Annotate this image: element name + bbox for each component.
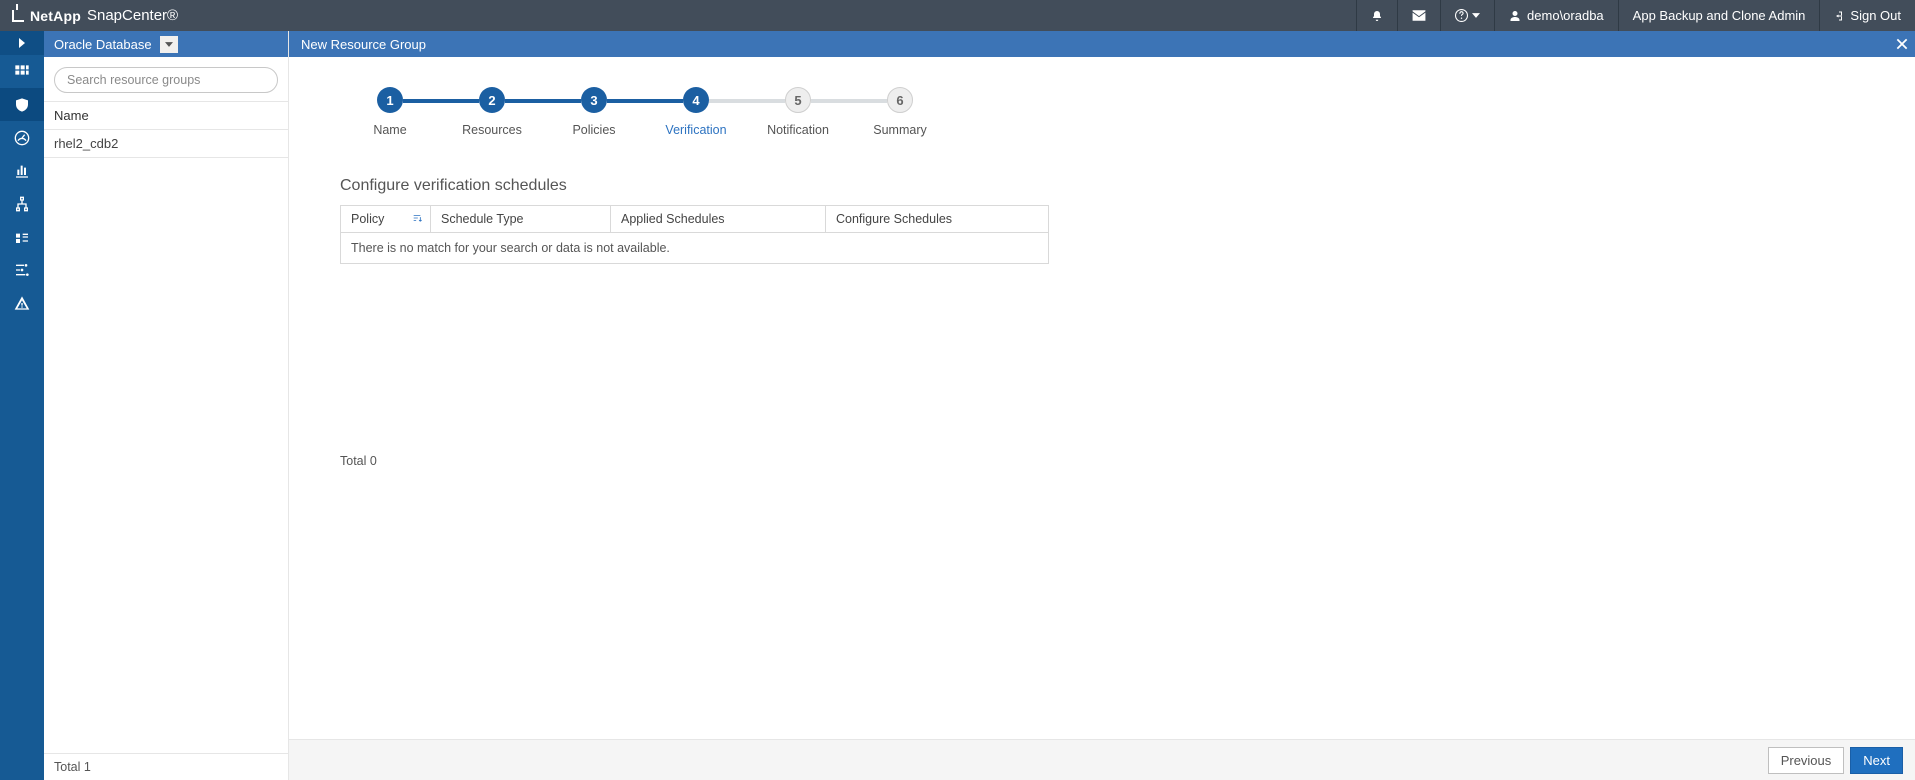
chevron-down-icon [1472,13,1480,18]
resource-type-selector: Oracle Database [44,31,288,57]
resource-list-panel: Oracle Database Name rhel2_cdb2 Total 1 [44,31,289,780]
sign-out-text: Sign Out [1850,8,1901,23]
nav-item-monitor[interactable] [0,121,44,154]
list-body: rhel2_cdb2 [44,130,288,753]
previous-button[interactable]: Previous [1768,747,1845,774]
wizard-title: New Resource Group [301,37,426,52]
nav-item-reports[interactable] [0,154,44,187]
grid-icon [14,64,30,80]
col-applied-schedules[interactable]: Applied Schedules [611,206,826,233]
empty-message: There is no match for your search or dat… [341,233,1049,264]
wizard-stepper: 1 Name 2 Resources 3 Policies 4 Verifica… [339,87,1865,137]
bell-icon [1371,10,1383,22]
table-total: Total 0 [340,454,1049,468]
step-summary[interactable]: 6 Summary [849,87,951,137]
section-title: Configure verification schedules [340,177,1049,195]
col-configure-schedules[interactable]: Configure Schedules [826,206,1049,233]
brand: NetApp SnapCenter® [0,0,190,31]
verification-section: Configure verification schedules Policy … [339,177,1049,468]
netapp-logo-icon [12,10,24,22]
nav-item-dashboard[interactable] [0,55,44,88]
hierarchy-icon [14,196,30,212]
help-button[interactable] [1440,0,1494,31]
step-resources[interactable]: 2 Resources [441,87,543,137]
role-label[interactable]: App Backup and Clone Admin [1618,0,1820,31]
nav-item-settings[interactable] [0,253,44,286]
user-name: demo\oradba [1527,8,1604,23]
schedules-table: Policy Schedule Type Applied Schedules C… [340,205,1049,264]
wizard-header: New Resource Group [289,31,1915,57]
nav-item-alerts[interactable] [0,286,44,319]
step-policies[interactable]: 3 Policies [543,87,645,137]
user-icon [1509,10,1521,22]
col-schedule-type[interactable]: Schedule Type [431,206,611,233]
topbar: NetApp SnapCenter® demo\oradba App Backu… [0,0,1915,31]
step-notification[interactable]: 5 Notification [747,87,849,137]
step-name[interactable]: 1 Name [339,87,441,137]
nav-expand-button[interactable] [0,31,44,55]
mail-icon [1412,10,1426,21]
nav-item-resources[interactable] [0,88,44,121]
chevron-right-icon [18,38,26,48]
help-icon [1455,9,1468,22]
wizard-close-button[interactable] [1895,37,1909,51]
col-policy[interactable]: Policy [341,206,431,233]
shield-check-icon [14,97,30,113]
role-text: App Backup and Clone Admin [1633,8,1806,23]
list-column-header: Name [44,101,288,130]
list-item[interactable]: rhel2_cdb2 [44,130,288,158]
next-button[interactable]: Next [1850,747,1903,774]
sliders-icon [14,262,30,278]
sign-out-button[interactable]: Sign Out [1819,0,1915,31]
nav-item-storage[interactable] [0,220,44,253]
storage-icon [14,229,30,245]
close-icon [1895,37,1909,51]
sign-out-icon [1834,10,1846,22]
user-menu[interactable]: demo\oradba [1494,0,1618,31]
wizard-panel: New Resource Group 1 Name 2 Resources 3 [289,31,1915,780]
brand-company: NetApp [30,8,81,24]
notifications-button[interactable] [1356,0,1397,31]
wizard-footer: Previous Next [289,739,1915,780]
chevron-down-icon [165,42,173,47]
gauge-icon [14,130,30,146]
chart-icon [14,163,30,179]
messages-button[interactable] [1397,0,1440,31]
sort-asc-icon [412,212,422,226]
search-input[interactable] [54,67,278,93]
list-total: Total 1 [44,753,288,780]
nav-item-hosts[interactable] [0,187,44,220]
resource-type-dropdown-button[interactable] [160,36,178,53]
step-verification[interactable]: 4 Verification [645,87,747,137]
alert-icon [14,295,30,311]
resource-type-label: Oracle Database [54,37,152,52]
brand-product: SnapCenter® [87,7,178,24]
nav-sidebar [0,31,44,780]
